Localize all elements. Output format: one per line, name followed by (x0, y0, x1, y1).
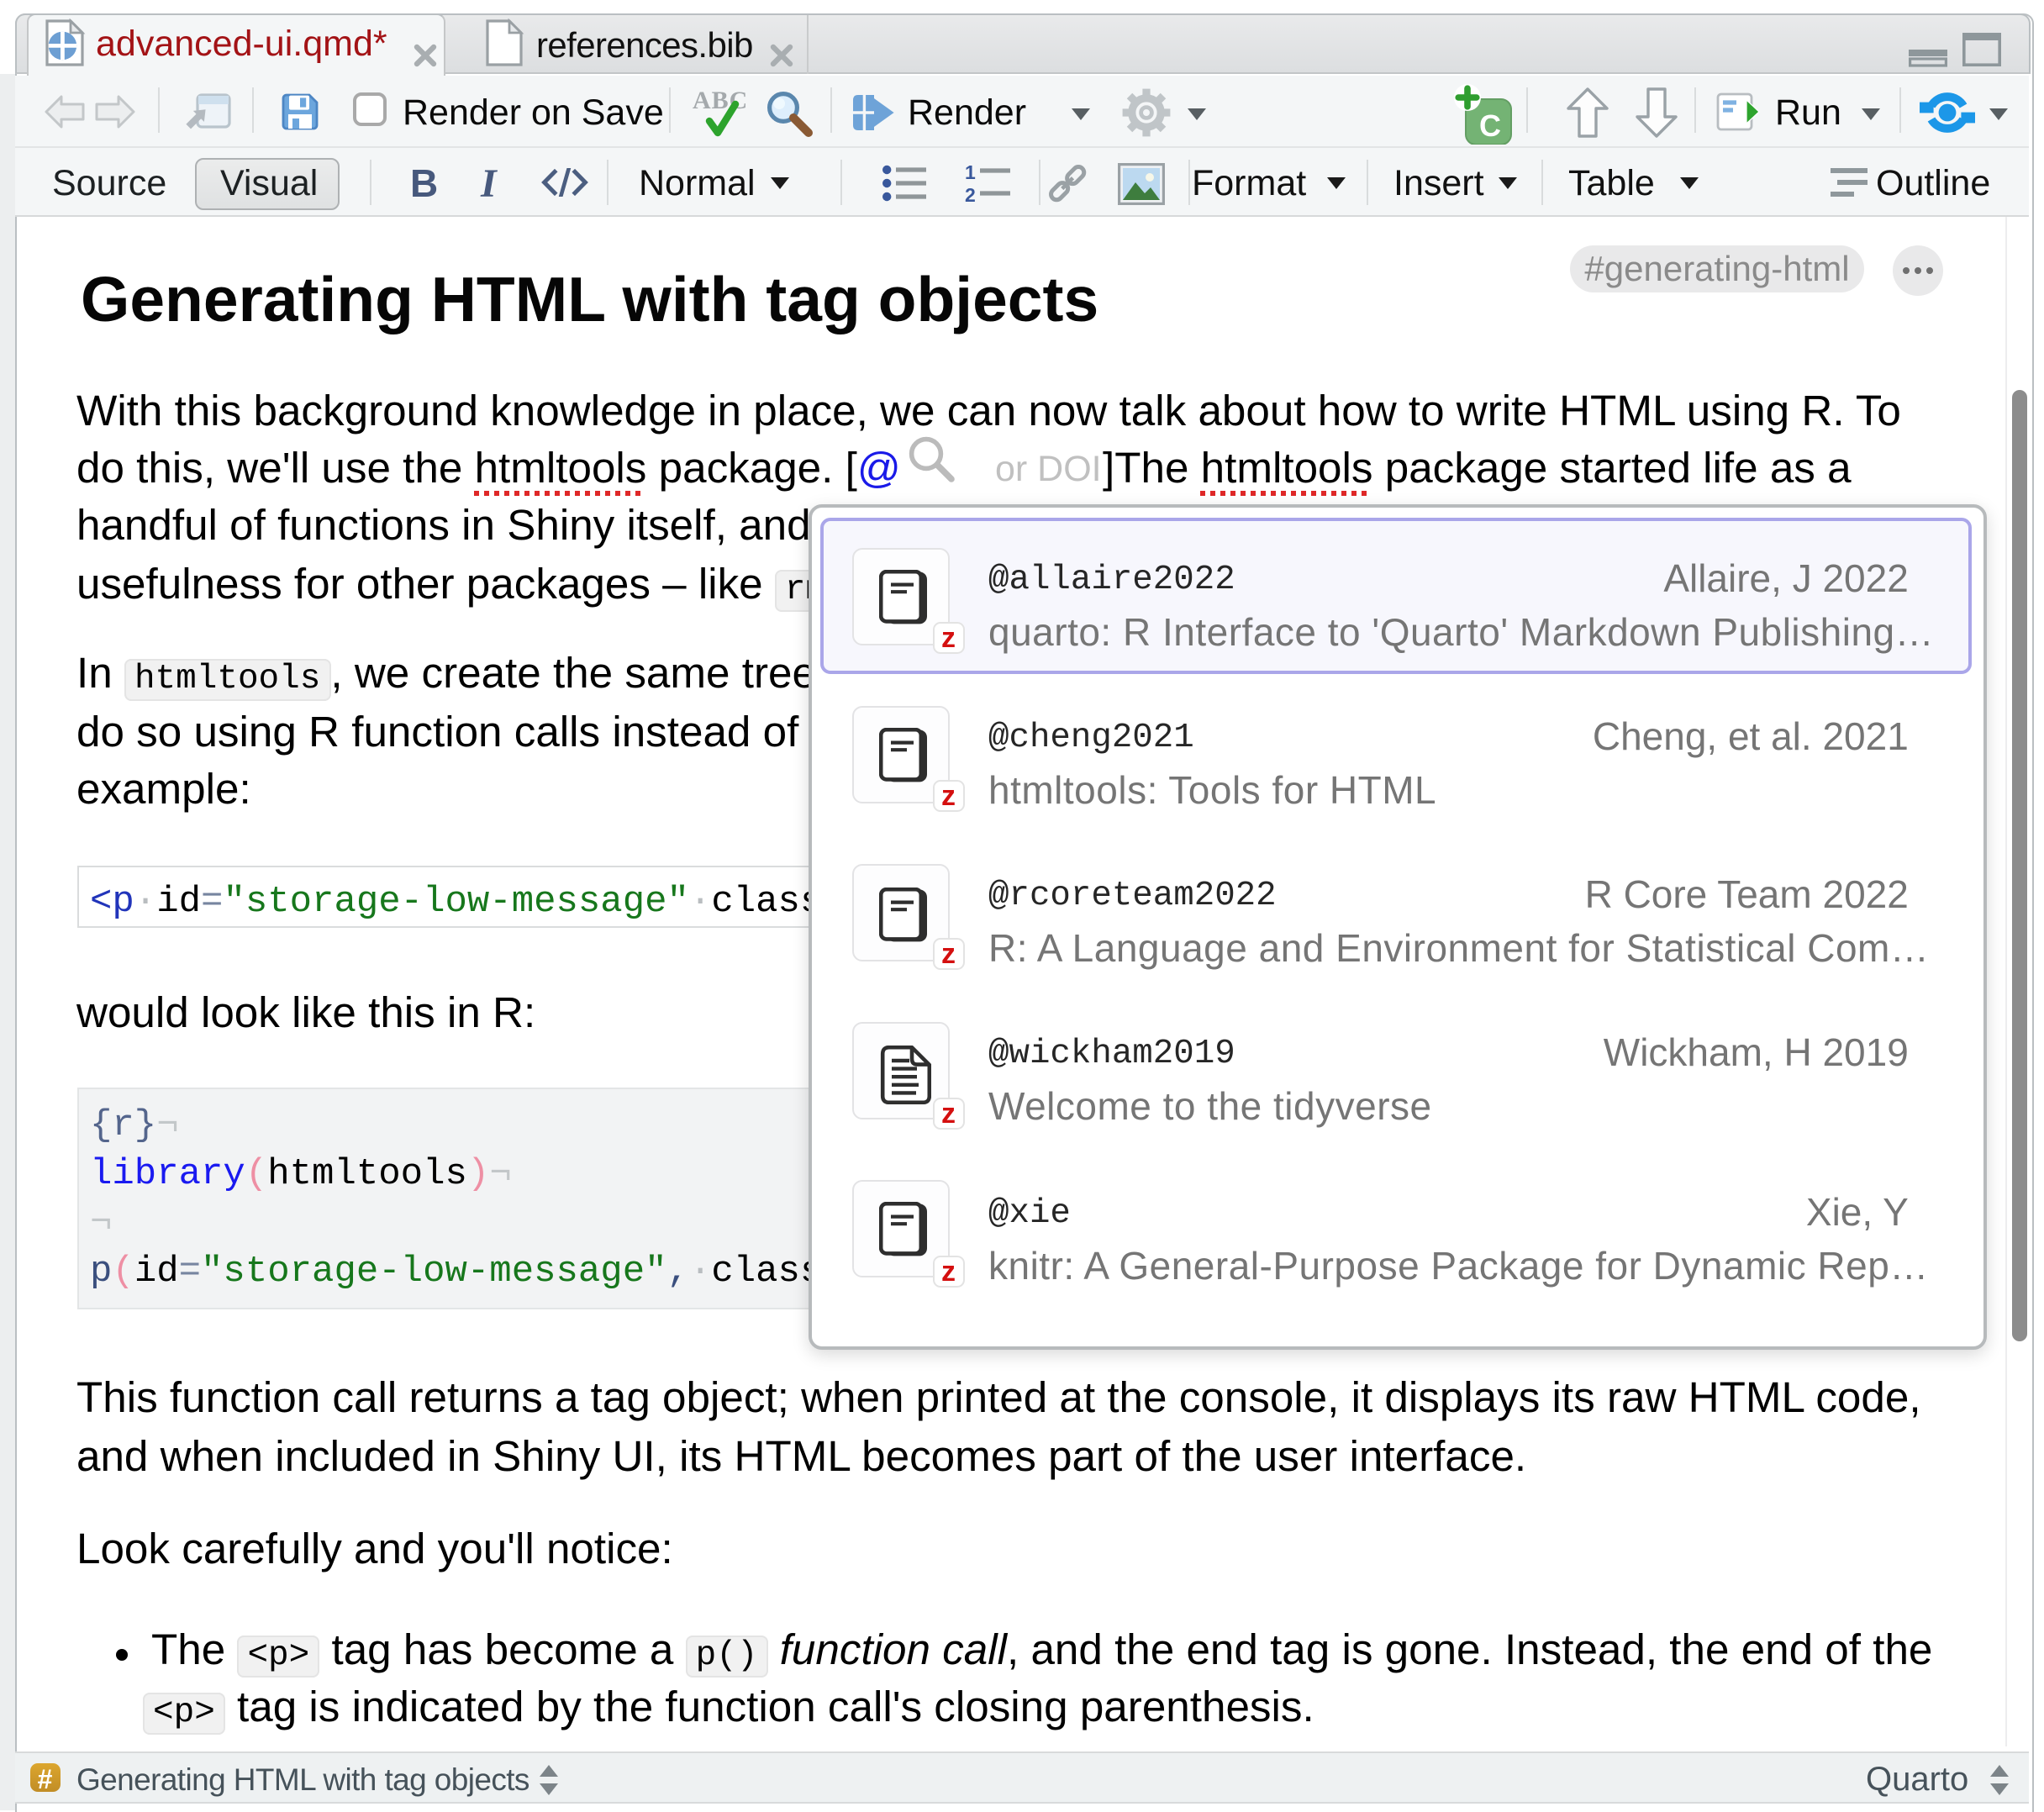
svg-text:2: 2 (965, 184, 976, 203)
svg-text:C: C (1479, 108, 1501, 143)
svg-text:ABC: ABC (693, 87, 748, 114)
svg-text:1: 1 (965, 163, 976, 183)
